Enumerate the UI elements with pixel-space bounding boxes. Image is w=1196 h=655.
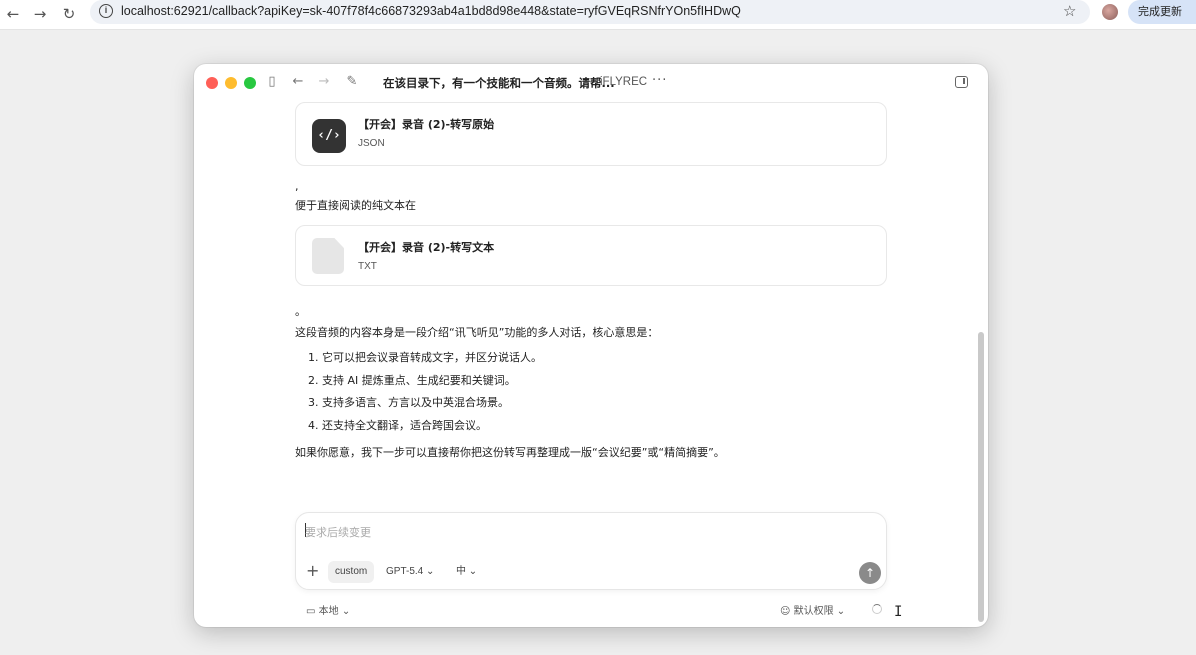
comma-text: ,: [295, 180, 299, 193]
file-name: 【开会】录音 (2)-转写原始: [358, 118, 495, 131]
text-intro: 便于直接阅读的纯文本在: [295, 199, 416, 212]
site-info-icon[interactable]: i: [99, 4, 113, 18]
bookmark-star-icon[interactable]: ☆: [1063, 2, 1076, 20]
maximize-window-button[interactable]: [244, 77, 256, 89]
reload-icon[interactable]: ↻: [58, 3, 80, 25]
mouse-cursor-icon: I: [894, 604, 903, 620]
list-item: 4. 还支持全文翻译，适合跨国会议。: [308, 419, 487, 432]
forward-icon[interactable]: →: [316, 74, 332, 90]
conversation-area: ‹/› 【开会】录音 (2)-转写原始 JSON , 便于直接阅读的纯文本在 【…: [194, 100, 988, 510]
reasoning-selector[interactable]: 中 ⌄: [449, 561, 484, 583]
forward-icon[interactable]: →: [29, 3, 51, 25]
environment-label: 本地 ⌄: [318, 606, 351, 617]
new-chat-icon[interactable]: ✎: [344, 74, 360, 90]
back-icon[interactable]: ←: [290, 74, 306, 90]
loading-spinner-icon: [872, 604, 882, 614]
right-panel-toggle-icon[interactable]: [955, 76, 968, 88]
add-attachment-button[interactable]: +: [306, 563, 319, 579]
code-icon: ‹/›: [312, 119, 346, 153]
list-item: 2. 支持 AI 提炼重点、生成纪要和关键词。: [308, 374, 516, 387]
list-item: 1. 它可以把会议录音转成文字，并区分说话人。: [308, 351, 542, 364]
sidebar-toggle-icon[interactable]: ▯: [264, 74, 280, 90]
file-name: 【开会】录音 (2)-转写文本: [358, 241, 495, 254]
period-text: 。: [295, 305, 306, 318]
closing-text: 如果你愿意，我下一步可以直接帮你把这份转写再整理成一版“会议纪要”或“精简摘要”…: [295, 446, 725, 459]
browser-toolbar: ← → ↻ i localhost:62921/callback?apiKey=…: [0, 0, 1196, 30]
composer-input[interactable]: 要求后续变更: [305, 524, 371, 540]
document-icon: [312, 238, 344, 274]
permissions-label: 默认权限 ⌄: [793, 606, 846, 617]
app-name: iFLYREC: [600, 76, 648, 88]
message-composer[interactable]: 要求后续变更 + custom GPT-5.4 ⌄ 中 ⌄ ↑: [295, 512, 887, 590]
permission-icon: ☺: [780, 606, 794, 617]
app-window: ▯ ← → ✎ 在该目录下，有一个技能和一个音频。请帮... iFLYREC ·…: [194, 64, 988, 627]
profile-avatar[interactable]: [1102, 4, 1118, 20]
url-text[interactable]: localhost:62921/callback?apiKey=sk-407f7…: [121, 4, 741, 18]
json-file-card[interactable]: ‹/› 【开会】录音 (2)-转写原始 JSON: [295, 102, 887, 166]
conversation-title: 在该目录下，有一个技能和一个音频。请帮...: [383, 76, 615, 90]
laptop-icon: ▭: [306, 606, 319, 617]
minimize-window-button[interactable]: [225, 77, 237, 89]
summary-intro: 这段音频的内容本身是一段介绍“讯飞听见”功能的多人对话，核心意思是：: [295, 326, 659, 339]
txt-file-card[interactable]: 【开会】录音 (2)-转写文本 TXT: [295, 225, 887, 286]
permissions-selector[interactable]: ☺ 默认权限 ⌄: [780, 602, 845, 617]
environment-selector[interactable]: ▭ 本地 ⌄: [306, 602, 350, 617]
list-item: 3. 支持多语言、方言以及中英混合场景。: [308, 396, 509, 409]
back-icon[interactable]: ←: [2, 3, 24, 25]
file-type: TXT: [358, 261, 377, 272]
more-options-icon[interactable]: ···: [652, 73, 667, 88]
close-window-button[interactable]: [206, 77, 218, 89]
model-selector[interactable]: GPT-5.4 ⌄: [379, 561, 441, 583]
send-button[interactable]: ↑: [859, 562, 881, 584]
address-bar[interactable]: i localhost:62921/callback?apiKey=sk-407…: [90, 0, 1090, 24]
mode-selector[interactable]: custom: [328, 561, 375, 583]
update-button[interactable]: 完成更新: [1128, 0, 1196, 24]
scrollbar[interactable]: [978, 332, 984, 622]
file-type: JSON: [358, 138, 385, 149]
